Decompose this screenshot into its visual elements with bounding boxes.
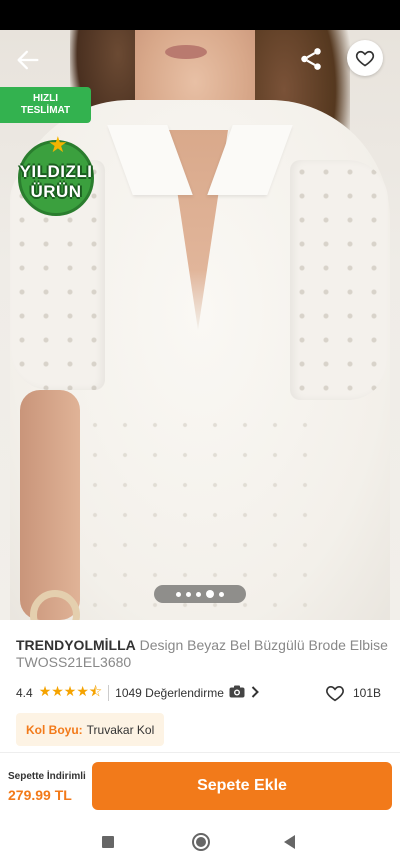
star-icon: ★: [48, 132, 68, 157]
heart-icon: [326, 686, 344, 702]
discount-label: Sepette İndirimli: [8, 771, 86, 782]
image-lips: [165, 45, 207, 59]
share-icon: [301, 48, 321, 70]
favorite-button[interactable]: [347, 40, 383, 76]
rating-stars: ★★★★⯪: [38, 683, 103, 699]
product-brand[interactable]: TRENDYOLMİLLA: [16, 637, 136, 653]
variant-key: Kol Boyu:: [26, 722, 83, 737]
image-sleeve-right: [290, 160, 388, 400]
gallery-dot[interactable]: [206, 590, 214, 598]
gallery-dot[interactable]: [176, 591, 181, 597]
variant-value: Truvakar Kol: [86, 722, 155, 737]
variant-chip[interactable]: Kol Boyu: Truvakar Kol: [16, 713, 165, 746]
star-product-line1: YILDIZLI: [19, 162, 93, 181]
chevron-right-icon[interactable]: [251, 685, 259, 701]
gallery-pagination[interactable]: [154, 585, 246, 603]
rating-divider: [108, 685, 110, 701]
product-title: TRENDYOLMİLLA Design Beyaz Bel Büzgülü B…: [16, 637, 388, 671]
home-icon[interactable]: [192, 833, 210, 851]
image-arm: [20, 390, 80, 620]
gallery-dot[interactable]: [219, 591, 224, 597]
camera-icon: [229, 685, 245, 701]
gallery-dot[interactable]: [186, 591, 191, 597]
fast-delivery-line2: TESLİMAT: [20, 105, 71, 116]
star-product-badge: ★ YILDIZLI ÜRÜN: [10, 132, 102, 222]
system-back-icon[interactable]: [284, 835, 295, 849]
status-bar: [0, 0, 400, 30]
heart-icon: [355, 50, 375, 67]
bottom-cart-bar: Sepette İndirimli 279.99 TL Sepete Ekle: [0, 752, 400, 822]
fast-delivery-line1: HIZLI: [33, 93, 58, 104]
share-button[interactable]: [298, 46, 324, 72]
recents-icon[interactable]: [102, 836, 114, 848]
system-nav-bar: [0, 822, 400, 866]
gallery-dot[interactable]: [196, 591, 201, 597]
fast-delivery-badge: HIZLI TESLİMAT: [0, 87, 91, 123]
rating-value: 4.4: [16, 686, 33, 700]
add-to-cart-button[interactable]: Sepete Ekle: [92, 762, 392, 810]
star-product-line2: ÜRÜN: [30, 182, 82, 201]
favorite-count[interactable]: 101B: [325, 683, 381, 703]
arrow-left-icon: [17, 50, 39, 70]
reviews-count[interactable]: 1049 Değerlendirme: [115, 686, 224, 700]
favorite-count-value: 101B: [353, 686, 382, 700]
back-button[interactable]: [14, 46, 42, 74]
price: 279.99 TL: [8, 787, 72, 803]
